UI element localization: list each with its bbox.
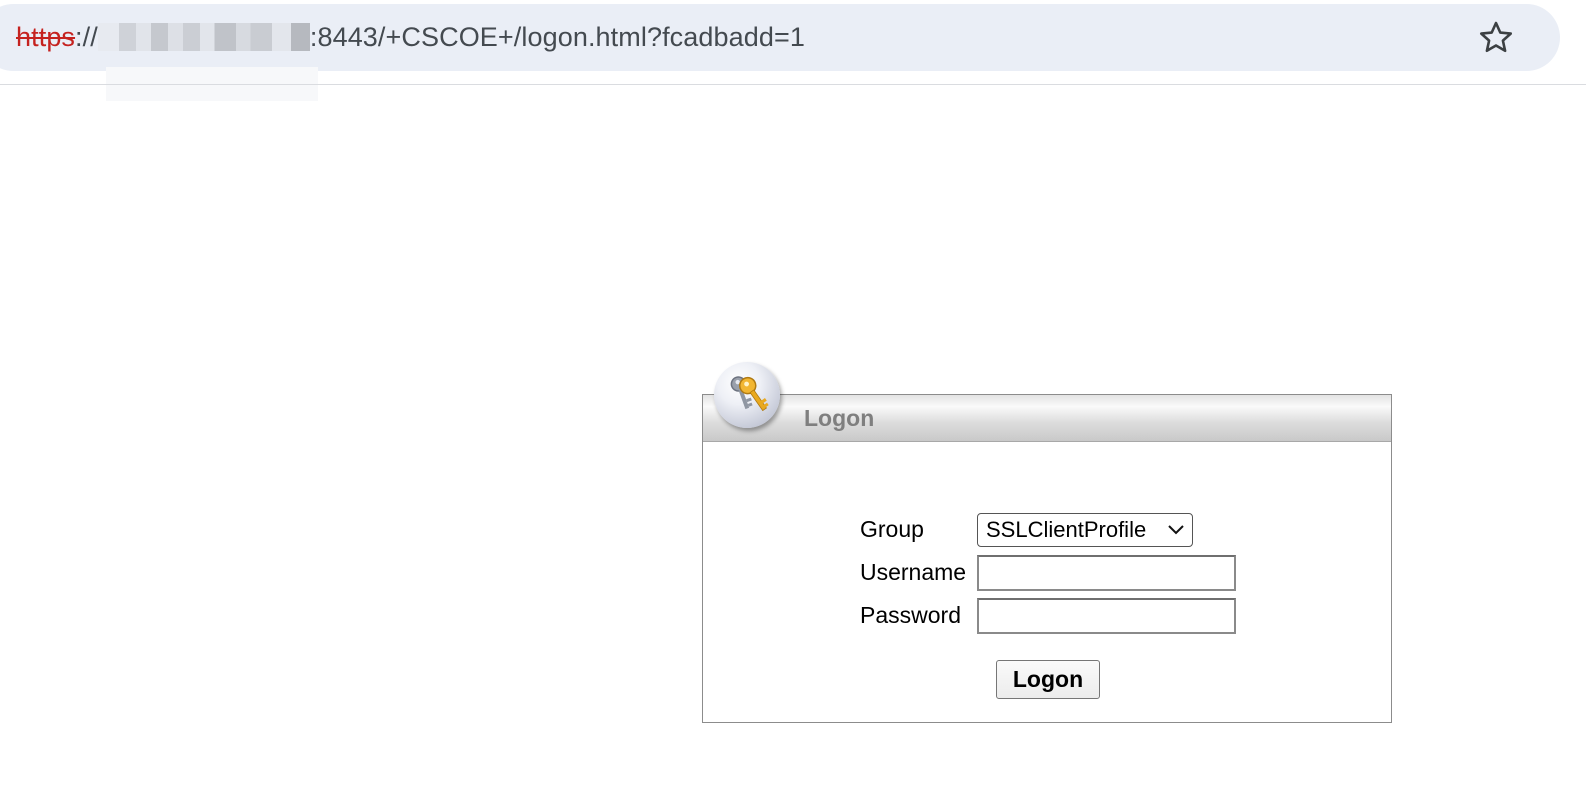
url-separator: :// bbox=[75, 22, 98, 52]
username-label: Username bbox=[860, 559, 967, 585]
logon-button[interactable]: Logon bbox=[996, 660, 1100, 699]
group-select-value: SSLClientProfile bbox=[986, 517, 1147, 542]
password-field[interactable] bbox=[977, 598, 1236, 634]
logon-panel: Logon Group SSLClientProfile Username Pa… bbox=[702, 394, 1392, 723]
redacted-host bbox=[97, 23, 310, 51]
star-outline-icon[interactable] bbox=[1476, 18, 1516, 58]
url-text[interactable]: https:// :8443/+CSCOE+/logon.html?fcadbad… bbox=[16, 20, 805, 54]
url-scheme-insecure: https bbox=[16, 22, 76, 52]
group-label: Group bbox=[860, 516, 924, 542]
group-select[interactable]: SSLClientProfile bbox=[977, 513, 1193, 547]
logon-panel-title: Logon bbox=[804, 405, 875, 431]
url-path: :8443/+CSCOE+/logon.html?fcadbadd=1 bbox=[309, 22, 805, 52]
password-label: Password bbox=[860, 602, 961, 628]
keys-icon bbox=[714, 362, 780, 428]
chevron-down-icon bbox=[1166, 514, 1186, 546]
toolbar-divider bbox=[0, 84, 1586, 85]
logon-panel-header: Logon bbox=[703, 395, 1391, 442]
username-field[interactable] bbox=[977, 555, 1236, 591]
